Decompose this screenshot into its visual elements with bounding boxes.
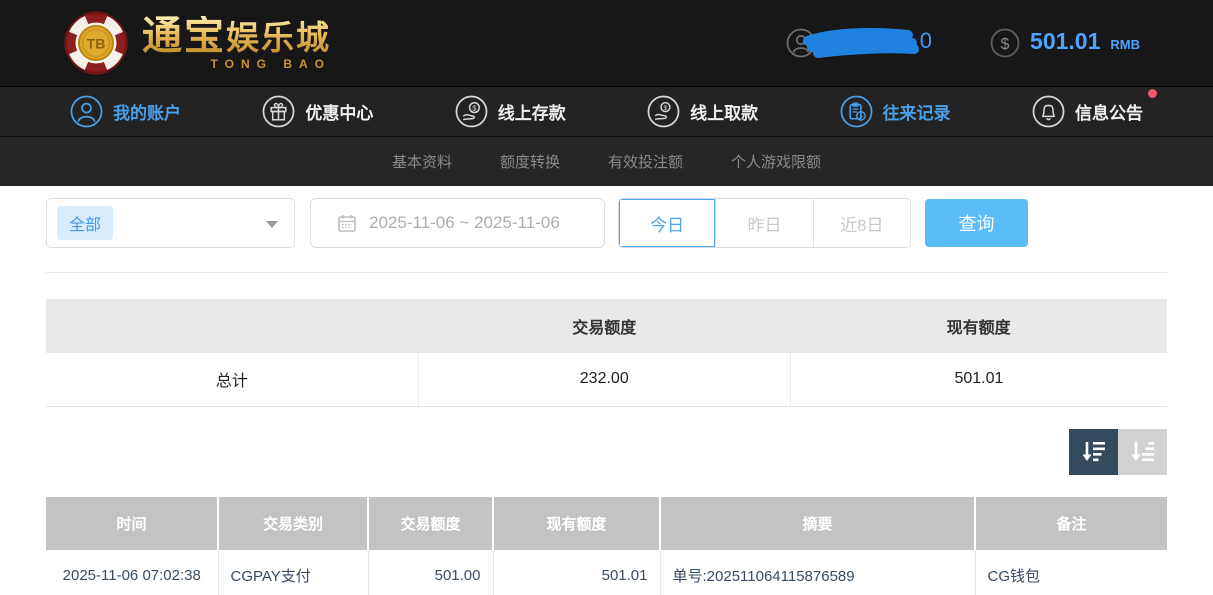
summary-total-label: 总计 [46,353,418,406]
col-header-current-amount: 现有额度 [493,497,660,550]
search-button[interactable]: 查询 [925,199,1028,247]
subnav-item-basic-info[interactable]: 基本资料 [392,151,452,172]
summary-total-row: 总计 232.00 501.01 [46,353,1167,406]
cell-summary: 单号:202511064115876589 [660,550,975,595]
svg-text:$: $ [1001,36,1010,53]
main-nav: 我的账户 优惠中心 $ 线上存款 $ 线上取款 [0,86,1213,136]
table-row: 2025-11-06 07:02:38 CGPAY支付 501.00 501.0… [46,550,1167,595]
brand-text: 通宝娱乐城 TONG BAO [142,16,331,70]
sort-descending-button[interactable] [1069,429,1118,475]
records-icon [840,95,873,128]
user-circle-icon [786,28,816,58]
bell-icon [1032,95,1065,128]
tab-today[interactable]: 今日 [619,199,715,247]
cell-transaction-amount: 501.00 [368,550,493,595]
main-content: 全部 2025-11-06 ~ 2025-11-06 今日 昨日 近8日 查询 [0,198,1213,595]
user-account[interactable]: 0 [786,23,932,63]
subnav-item-credit-transfer[interactable]: 额度转换 [500,151,560,172]
type-select-value: 全部 [57,206,113,240]
nav-item-transactions[interactable]: 往来记录 [840,95,951,128]
table-header-row: 时间 交易类别 交易额度 现有额度 摘要 备注 [46,497,1167,550]
brand-subtitle: TONG BAO [142,58,331,70]
calendar-icon [337,213,357,233]
svg-text:$: $ [472,104,476,113]
cell-time: 2025-11-06 07:02:38 [46,550,218,595]
summary-header-empty [46,299,418,353]
nav-item-announcements[interactable]: 信息公告 [1032,95,1143,128]
withdraw-icon: $ [647,95,680,128]
filter-row: 全部 2025-11-06 ~ 2025-11-06 今日 昨日 近8日 查询 [46,198,1167,248]
gift-icon [262,95,295,128]
sub-nav: 基本资料 额度转换 有效投注额 个人游戏限额 [0,136,1213,186]
nav-item-my-account[interactable]: 我的账户 [70,95,181,128]
summary-header-transaction-amount: 交易额度 [418,299,790,353]
cell-current-amount: 501.01 [493,550,660,595]
col-header-summary: 摘要 [660,497,975,550]
sort-ascending-button[interactable] [1118,429,1167,475]
col-header-type: 交易类别 [218,497,368,550]
balance-currency: RMB [1110,37,1140,52]
casino-chip-icon: TB [64,11,128,75]
username-redaction-scribble [800,25,922,59]
summary-header-row: 交易额度 现有额度 [46,299,1167,353]
col-header-time: 时间 [46,497,218,550]
date-range-value: 2025-11-06 ~ 2025-11-06 [369,213,560,233]
chevron-down-icon [266,221,278,228]
notification-dot [1148,89,1157,98]
quick-range-tabs: 今日 昨日 近8日 [618,198,911,248]
summary-header-current-amount: 现有额度 [790,299,1167,353]
chip-label: TB [87,36,106,52]
nav-item-deposit[interactable]: $ 线上存款 [455,95,566,128]
nav-item-promotions[interactable]: 优惠中心 [262,95,373,128]
deposit-icon: $ [455,95,488,128]
cell-remark: CG钱包 [975,550,1167,595]
sort-descending-icon [1081,439,1107,465]
summary-total-current-amount: 501.01 [790,353,1167,406]
brand-title: 通宝娱乐城 [142,16,331,56]
date-range-input[interactable]: 2025-11-06 ~ 2025-11-06 [310,198,605,248]
brand-logo[interactable]: TB 通宝娱乐城 TONG BAO [64,11,331,75]
username-visible-suffix: 0 [920,28,932,54]
sort-ascending-icon [1130,439,1156,465]
subnav-item-game-limits[interactable]: 个人游戏限额 [731,151,821,172]
col-header-transaction-amount: 交易额度 [368,497,493,550]
nav-item-withdraw[interactable]: $ 线上取款 [647,95,758,128]
summary-table: 交易额度 现有额度 总计 232.00 501.01 [46,299,1167,407]
summary-total-transaction-amount: 232.00 [418,353,790,406]
subnav-item-valid-bets[interactable]: 有效投注额 [608,151,683,172]
dollar-circle-icon: $ [990,28,1020,58]
col-header-remark: 备注 [975,497,1167,550]
balance-amount: 501.01 [1030,28,1100,55]
wallet-balance[interactable]: $ 501.01 RMB [990,28,1140,58]
type-select[interactable]: 全部 [46,198,295,248]
sort-controls [46,429,1167,475]
divider [46,272,1167,273]
top-bar: TB 通宝娱乐城 TONG BAO 0 $ 501.01 RMB [0,0,1213,86]
svg-text:$: $ [664,105,668,112]
tab-last-8-days[interactable]: 近8日 [813,199,910,247]
tab-yesterday[interactable]: 昨日 [715,199,812,247]
transactions-table: 时间 交易类别 交易额度 现有额度 摘要 备注 2025-11-06 07:02… [46,497,1167,595]
cell-type: CGPAY支付 [218,550,368,595]
user-icon [70,95,103,128]
